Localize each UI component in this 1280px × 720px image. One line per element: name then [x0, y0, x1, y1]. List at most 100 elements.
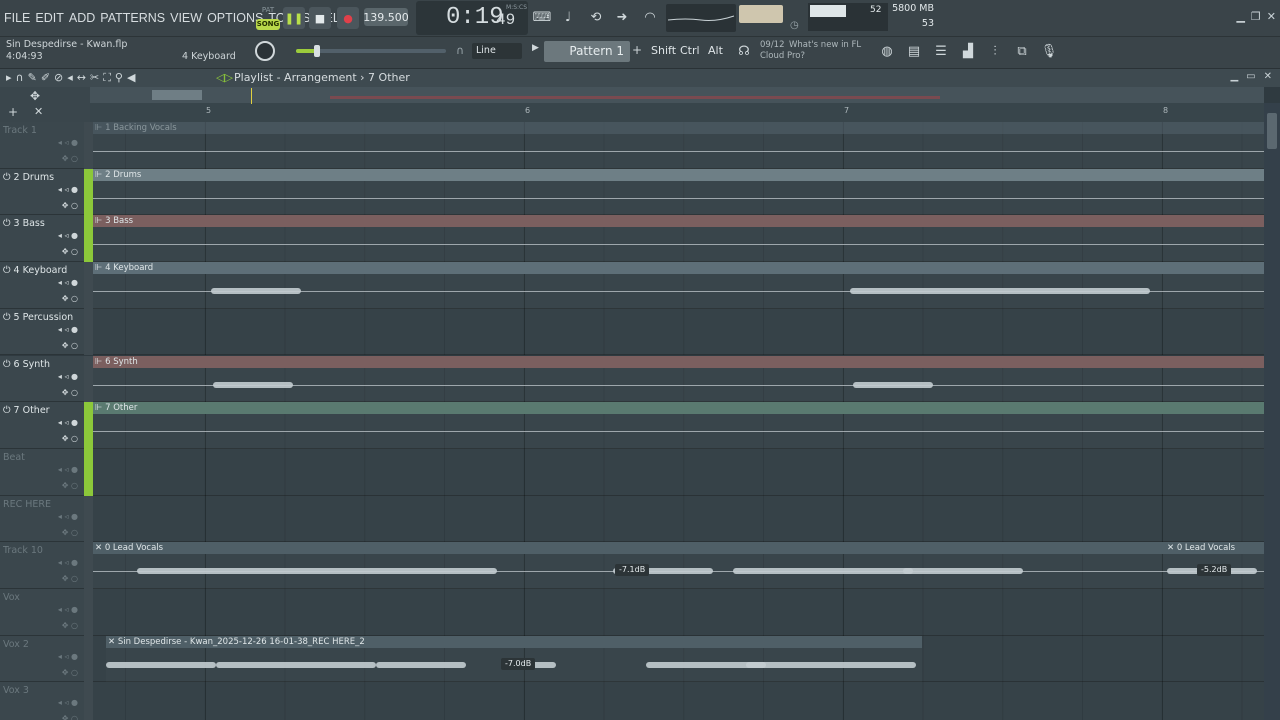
track-header[interactable]: ⏻ 5 Percussion ◂ ◃ ● ✥ ○ — [0, 308, 84, 356]
piano-roll-icon[interactable]: ▟ — [957, 40, 979, 62]
track-size-icon[interactable]: ✥ ○ — [62, 574, 78, 583]
track-size-icon[interactable]: ✥ ○ — [62, 154, 78, 163]
minimize-icon[interactable]: ▁ — [1236, 10, 1244, 23]
pattern-selector[interactable]: Pattern 1 — [544, 41, 630, 62]
menu-patterns[interactable]: PATTERNS — [100, 11, 165, 25]
restore-icon[interactable]: ❐ — [1251, 10, 1261, 23]
timeline-ruler[interactable] — [90, 103, 1264, 122]
master-volume-knob[interactable] — [255, 41, 275, 61]
arrow-icon[interactable]: ▸ — [6, 71, 12, 85]
track-header[interactable]: ⏻ 2 Drums ◂ ◃ ● ✥ ○ — [0, 168, 84, 216]
track-mute-solo-icon[interactable]: ◂ ◃ ● — [58, 652, 78, 661]
track-mute-solo-icon[interactable]: ◂ ◃ ● — [58, 138, 78, 147]
track-header[interactable]: ⏻ 3 Bass ◂ ◃ ● ✥ ○ — [0, 215, 84, 263]
select-icon[interactable]: ⛶ — [103, 71, 111, 85]
pattern-prev-icon[interactable]: ▶ — [532, 43, 539, 53]
track-mute-solo-icon[interactable]: ◂ ◃ ● — [58, 512, 78, 521]
add-track-icon[interactable]: + — [8, 105, 18, 119]
menu-view[interactable]: VIEW — [170, 11, 202, 25]
playlist-clip[interactable]: ⊩ 1 Backing Vocals — [93, 122, 1264, 169]
track-mute-solo-icon[interactable]: ◂ ◃ ● — [58, 325, 78, 334]
news-line2[interactable]: Cloud Pro? — [760, 51, 805, 61]
menu-add[interactable]: ADD — [69, 11, 95, 25]
track-mute-solo-icon[interactable]: ◂ ◃ ● — [58, 231, 78, 240]
playlist-icon[interactable]: ▤ — [903, 40, 925, 62]
playlist-maximize-icon[interactable]: ▭ — [1246, 71, 1255, 82]
track-header[interactable]: Track 10 ◂ ◃ ● ✥ ○ — [0, 542, 84, 589]
track-header[interactable]: Vox 2 ◂ ◃ ● ✥ ○ — [0, 635, 84, 683]
track-size-icon[interactable]: ✥ ○ — [62, 341, 78, 350]
mute-tool-icon[interactable]: ◂ — [67, 71, 73, 85]
zoom-icon[interactable]: ⚲ — [115, 71, 123, 85]
track-size-icon[interactable]: ✥ ○ — [62, 714, 78, 720]
track-mute-solo-icon[interactable]: ◂ ◃ ● — [58, 372, 78, 381]
snap-select[interactable]: Line — [472, 43, 522, 59]
track-mute-solo-icon[interactable]: ◂ ◃ ● — [58, 465, 78, 474]
pause-button[interactable]: ❚❚ — [283, 7, 305, 29]
track-header[interactable]: Vox ◂ ◃ ● ✥ ○ — [0, 589, 84, 636]
loop-record-icon[interactable]: ⟲ — [585, 6, 607, 28]
playlist-clip[interactable]: ⊩ 6 Synth — [93, 355, 1264, 403]
alt-key[interactable]: Alt — [708, 41, 723, 61]
playlist-play-icon[interactable]: ◁▷ — [216, 71, 233, 84]
news-line1[interactable]: What's new in FL — [789, 40, 861, 50]
arrangement-overview[interactable] — [90, 87, 1264, 103]
playlist-clip[interactable]: ⊩ 7 Other — [93, 402, 1264, 449]
typing-keyboard-icon[interactable]: ⌨ — [531, 6, 553, 28]
overview-window[interactable] — [152, 90, 202, 100]
track-header[interactable]: ⏻ 4 Keyboard ◂ ◃ ● ✥ ○ — [0, 262, 84, 309]
playlist-clip[interactable]: ✕ 0 Lead Vocals -5.2dB — [1165, 542, 1264, 589]
mixer-thumbnail[interactable] — [739, 5, 783, 23]
delete-icon[interactable]: ⊘ — [54, 71, 63, 85]
online-icon[interactable]: ◍ — [876, 40, 898, 62]
playlist-minimize-icon[interactable]: ▁ — [1230, 71, 1238, 82]
pitch-handle[interactable] — [314, 45, 320, 57]
track-mute-solo-icon[interactable]: ◂ ◃ ● — [58, 418, 78, 427]
track-header[interactable]: ⏻ 6 Synth ◂ ◃ ● ✥ ○ — [0, 355, 84, 403]
playlist-clip[interactable]: ⊩ 3 Bass — [93, 215, 1264, 262]
pat-song-toggle[interactable]: PAT SONG — [256, 4, 280, 32]
playlist-clip[interactable]: ⊩ 2 Drums — [93, 168, 1264, 216]
playlist-clip[interactable]: ✕ 0 Lead Vocals -7.1dB — [93, 542, 1165, 589]
time-display[interactable]: 0:19 49 M:S:CS — [416, 1, 528, 35]
vertical-scrollbar[interactable] — [1264, 103, 1280, 720]
remove-icon[interactable]: ✕ — [34, 105, 43, 118]
move-icon[interactable]: ✥ — [30, 89, 40, 103]
playback-icon[interactable]: ◀ — [127, 71, 135, 85]
menu-options[interactable]: OPTIONS — [207, 11, 263, 25]
record-button[interactable]: ● — [337, 7, 359, 29]
shift-key[interactable]: Shift — [651, 41, 676, 61]
metronome-icon[interactable]: ♩ — [557, 6, 579, 28]
playlist-clip[interactable]: ✕ Sin Despedirse - Kwan_2025-12-26 16-01… — [106, 635, 922, 683]
add-pattern-icon[interactable]: + — [632, 43, 642, 57]
track-header[interactable]: Track 1 ◂ ◃ ● ✥ ○ — [0, 122, 84, 169]
track-size-icon[interactable]: ✥ ○ — [62, 247, 78, 256]
channel-rack-icon[interactable]: ☰ — [930, 40, 952, 62]
ctrl-key[interactable]: Ctrl — [680, 41, 700, 61]
track-header[interactable]: ⏻ 7 Other ◂ ◃ ● ✥ ○ — [0, 402, 84, 449]
track-size-icon[interactable]: ✥ ○ — [62, 668, 78, 677]
playlist-clip[interactable]: ⊩ 4 Keyboard — [93, 262, 1264, 309]
track-mute-solo-icon[interactable]: ◂ ◃ ● — [58, 278, 78, 287]
track-mute-solo-icon[interactable]: ◂ ◃ ● — [58, 698, 78, 707]
step-edit-icon[interactable]: ➜ — [611, 6, 633, 28]
magnet-tool-icon[interactable]: ∩ — [16, 71, 24, 85]
track-size-icon[interactable]: ✥ ○ — [62, 621, 78, 630]
track-header[interactable]: Vox 3 ◂ ◃ ● ✥ ○ — [0, 682, 84, 720]
track-mute-solo-icon[interactable]: ◂ ◃ ● — [58, 185, 78, 194]
playlist-close-icon[interactable]: ✕ — [1264, 71, 1272, 82]
stop-button[interactable]: ■ — [309, 7, 331, 29]
pencil-icon[interactable]: ✎ — [28, 71, 37, 85]
browser-icon[interactable]: ⧉ — [1011, 40, 1033, 62]
track-size-icon[interactable]: ✥ ○ — [62, 528, 78, 537]
tempo-display[interactable]: 139.500 — [363, 8, 409, 26]
track-header[interactable]: Beat ◂ ◃ ● ✥ ○ — [0, 448, 84, 496]
brush-icon[interactable]: ✐ — [41, 71, 50, 85]
track-size-icon[interactable]: ✥ ○ — [62, 388, 78, 397]
track-mute-solo-icon[interactable]: ◂ ◃ ● — [58, 558, 78, 567]
news-icon[interactable]: ☊ — [733, 40, 755, 62]
menu-file[interactable]: FILE — [4, 11, 30, 25]
mixer-icon[interactable]: ⫶ — [984, 40, 1006, 62]
master-pitch-slider[interactable] — [296, 45, 446, 57]
close-icon[interactable]: ✕ — [1267, 10, 1276, 23]
